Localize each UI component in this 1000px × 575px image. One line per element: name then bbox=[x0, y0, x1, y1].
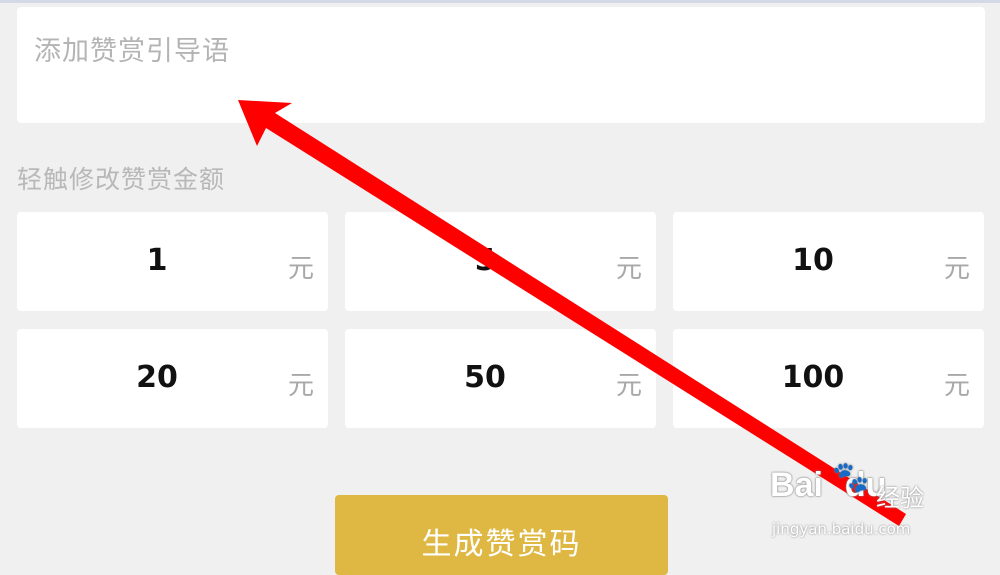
guide-placeholder: 添加赞赏引导语 bbox=[34, 36, 230, 67]
amount-option-3[interactable]: 10 元 bbox=[673, 212, 984, 311]
baidu-jingyan-watermark: Bai du 🐾 经验 jingyan.baidu.com bbox=[770, 458, 950, 548]
watermark-url: jingyan.baidu.com bbox=[772, 520, 911, 538]
amount-unit: 元 bbox=[287, 371, 314, 401]
amount-value: 50 bbox=[464, 360, 506, 395]
top-divider bbox=[0, 0, 1000, 3]
amount-option-4[interactable]: 20 元 bbox=[17, 329, 328, 428]
guide-text-input[interactable]: 添加赞赏引导语 bbox=[17, 7, 985, 123]
amount-value: 20 bbox=[136, 360, 178, 395]
amount-option-5[interactable]: 50 元 bbox=[345, 329, 656, 428]
generate-button-label: 生成赞赏码 bbox=[421, 527, 582, 562]
generate-reward-code-button[interactable]: 生成赞赏码 bbox=[335, 495, 668, 575]
amount-section-label: 轻触修改赞赏金额 bbox=[17, 165, 226, 194]
amount-unit: 元 bbox=[615, 254, 642, 284]
amount-unit: 元 bbox=[943, 254, 970, 284]
amount-value: 100 bbox=[781, 360, 845, 395]
amount-unit: 元 bbox=[615, 371, 642, 401]
amount-value: 5 bbox=[474, 243, 496, 278]
amount-unit: 元 bbox=[287, 254, 314, 284]
amount-option-6[interactable]: 100 元 bbox=[673, 329, 984, 428]
paw-icon: 🐾 bbox=[832, 460, 870, 495]
amount-value: 10 bbox=[792, 243, 834, 278]
amount-value: 1 bbox=[146, 243, 168, 278]
watermark-brand: 经验 bbox=[876, 484, 924, 512]
amount-option-1[interactable]: 1 元 bbox=[17, 212, 328, 311]
amount-unit: 元 bbox=[943, 371, 970, 401]
amount-option-2[interactable]: 5 元 bbox=[345, 212, 656, 311]
